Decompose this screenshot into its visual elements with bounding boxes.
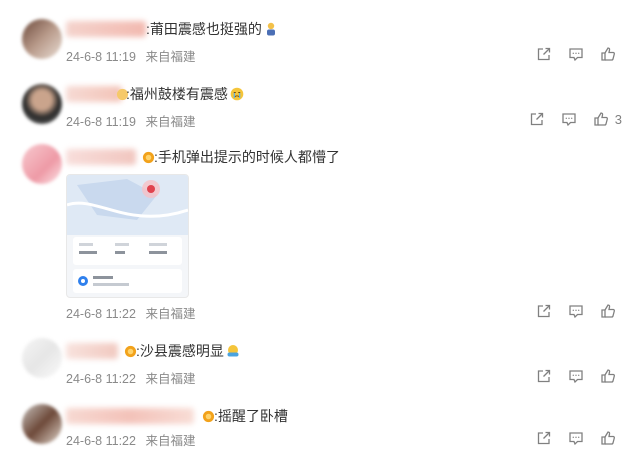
comment-text: :摇醒了卧槽 bbox=[214, 408, 288, 424]
avatar[interactable] bbox=[22, 338, 62, 378]
thumbs-up-icon bbox=[601, 304, 615, 318]
avatar[interactable] bbox=[22, 404, 62, 444]
comment-date: 24-6-8 11:22 bbox=[66, 372, 136, 386]
comment-actions bbox=[520, 303, 622, 319]
share-icon bbox=[530, 112, 543, 126]
share-button[interactable] bbox=[536, 368, 552, 384]
comment-text: :莆田震感也挺强的 bbox=[146, 20, 278, 38]
comment-button[interactable] bbox=[561, 111, 577, 127]
like-count: 3 bbox=[614, 111, 622, 127]
comment-meta: 24-6-8 11:22 来自福建 bbox=[66, 303, 195, 322]
comment-image[interactable] bbox=[66, 174, 189, 298]
comment-button[interactable] bbox=[568, 303, 584, 319]
comment-meta: 24-6-8 11:19 来自福建 bbox=[66, 111, 195, 130]
share-icon bbox=[537, 304, 551, 318]
comment-icon bbox=[562, 113, 576, 127]
thumbs-up-icon bbox=[601, 47, 615, 61]
avatar[interactable] bbox=[22, 19, 62, 59]
comment-actions bbox=[520, 368, 622, 384]
comment-text: :沙县震感明显 bbox=[136, 342, 240, 360]
username[interactable] bbox=[66, 408, 194, 424]
hug-emoji-icon bbox=[227, 345, 239, 357]
comment-meta: 24-6-8 11:19 来自福建 bbox=[66, 46, 195, 65]
share-icon bbox=[537, 47, 551, 61]
comment-date: 24-6-8 11:19 bbox=[66, 50, 136, 64]
comment-item: :沙县震感明显 24-6-8 11:22 来自福建 bbox=[0, 325, 640, 390]
comment-icon bbox=[569, 305, 583, 319]
comment-icon bbox=[569, 432, 583, 446]
like-button[interactable] bbox=[600, 46, 622, 62]
share-button[interactable] bbox=[536, 303, 552, 319]
comment-date: 24-6-8 11:22 bbox=[66, 307, 136, 321]
share-button[interactable] bbox=[536, 46, 552, 62]
crying-face-icon bbox=[230, 87, 244, 101]
comment-button[interactable] bbox=[568, 46, 584, 62]
comment-button[interactable] bbox=[568, 368, 584, 384]
like-button[interactable]: 3 bbox=[593, 111, 622, 127]
map-screenshot bbox=[67, 175, 188, 293]
comment-location: 来自福建 bbox=[145, 372, 196, 386]
comment-text: :福州鼓楼有震感 bbox=[126, 85, 244, 103]
avatar[interactable] bbox=[22, 144, 62, 184]
thumbs-up-icon bbox=[601, 369, 615, 383]
like-button[interactable] bbox=[600, 430, 622, 446]
avatar[interactable] bbox=[22, 84, 62, 124]
thumbs-up-icon bbox=[594, 112, 608, 126]
comment-item: :手机弹出提示的时候人都懵了 24-6-8 11:22 来自福建 bbox=[0, 140, 640, 325]
comment-button[interactable] bbox=[568, 430, 584, 446]
comment-meta: 24-6-8 11:22 来自福建 bbox=[66, 430, 195, 449]
share-icon bbox=[537, 431, 551, 445]
like-button[interactable] bbox=[600, 368, 622, 384]
comment-item: :摇醒了卧槽 24-6-8 11:22 来自福建 bbox=[0, 390, 640, 459]
username[interactable] bbox=[66, 343, 118, 359]
like-button[interactable] bbox=[600, 303, 622, 319]
comment-date: 24-6-8 11:19 bbox=[66, 115, 136, 129]
share-icon bbox=[537, 369, 551, 383]
comment-text: :手机弹出提示的时候人都懵了 bbox=[154, 149, 340, 165]
comment-actions bbox=[520, 430, 622, 446]
comment-actions bbox=[520, 46, 622, 62]
comment-location: 来自福建 bbox=[145, 434, 196, 448]
username[interactable] bbox=[66, 149, 136, 165]
username[interactable] bbox=[66, 21, 146, 37]
comment-item: :莆田震感也挺强的 24-6-8 11:19 来自福建 bbox=[0, 0, 640, 70]
comment-meta: 24-6-8 11:22 来自福建 bbox=[66, 368, 195, 387]
comment-location: 来自福建 bbox=[145, 50, 196, 64]
comment-icon bbox=[569, 370, 583, 384]
share-button[interactable] bbox=[536, 430, 552, 446]
comment-actions: 3 bbox=[513, 111, 622, 127]
comment-date: 24-6-8 11:22 bbox=[66, 434, 136, 448]
comment-location: 来自福建 bbox=[145, 115, 196, 129]
thumbs-up-icon bbox=[601, 431, 615, 445]
comment-location: 来自福建 bbox=[145, 307, 196, 321]
share-button[interactable] bbox=[529, 111, 545, 127]
username[interactable] bbox=[66, 86, 122, 102]
person-emoji-icon bbox=[266, 22, 275, 36]
comment-item: :福州鼓楼有震感 24-6-8 11:19 来自福建 3 bbox=[0, 70, 640, 140]
comment-icon bbox=[569, 48, 583, 62]
